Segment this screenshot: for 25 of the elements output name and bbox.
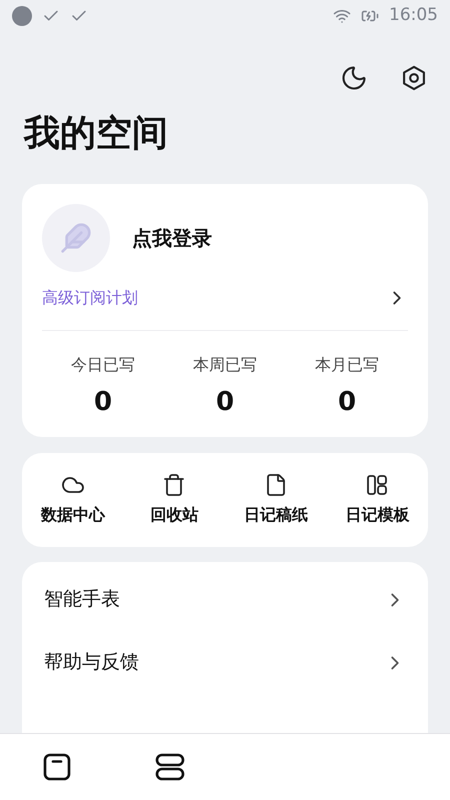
subscription-row[interactable]: 高级订阅计划	[42, 286, 408, 331]
stat-label: 今日已写	[71, 354, 135, 376]
menu-item[interactable]: 帮助与反馈	[22, 631, 428, 694]
feather-icon	[60, 222, 92, 254]
shortcut-item[interactable]: 回收站	[124, 473, 225, 527]
login-link[interactable]: 点我登录	[132, 223, 212, 253]
trash-icon	[162, 473, 186, 497]
shortcut-item[interactable]: 日记稿纸	[225, 473, 326, 527]
app-icon	[12, 6, 32, 26]
list-icon[interactable]	[154, 752, 184, 782]
settings-button[interactable]	[400, 64, 428, 92]
notebook-icon[interactable]	[42, 752, 72, 782]
menu-item[interactable]: 智能手表	[22, 568, 428, 631]
wifi-icon	[333, 7, 351, 25]
stat-value: 0	[338, 389, 356, 415]
shortcut-item[interactable]: 日记模板	[326, 473, 428, 527]
shortcut-item[interactable]: 数据中心	[22, 473, 124, 527]
stat-value: 0	[216, 389, 234, 415]
stat-label: 本周已写	[193, 354, 257, 376]
layout-icon	[365, 473, 390, 497]
stat-value: 0	[94, 389, 112, 415]
page-title: 我的空间	[22, 116, 169, 152]
status-time: 16:05	[389, 4, 438, 28]
stat-label: 本月已写	[315, 354, 379, 376]
dark-mode-button[interactable]	[340, 64, 368, 92]
